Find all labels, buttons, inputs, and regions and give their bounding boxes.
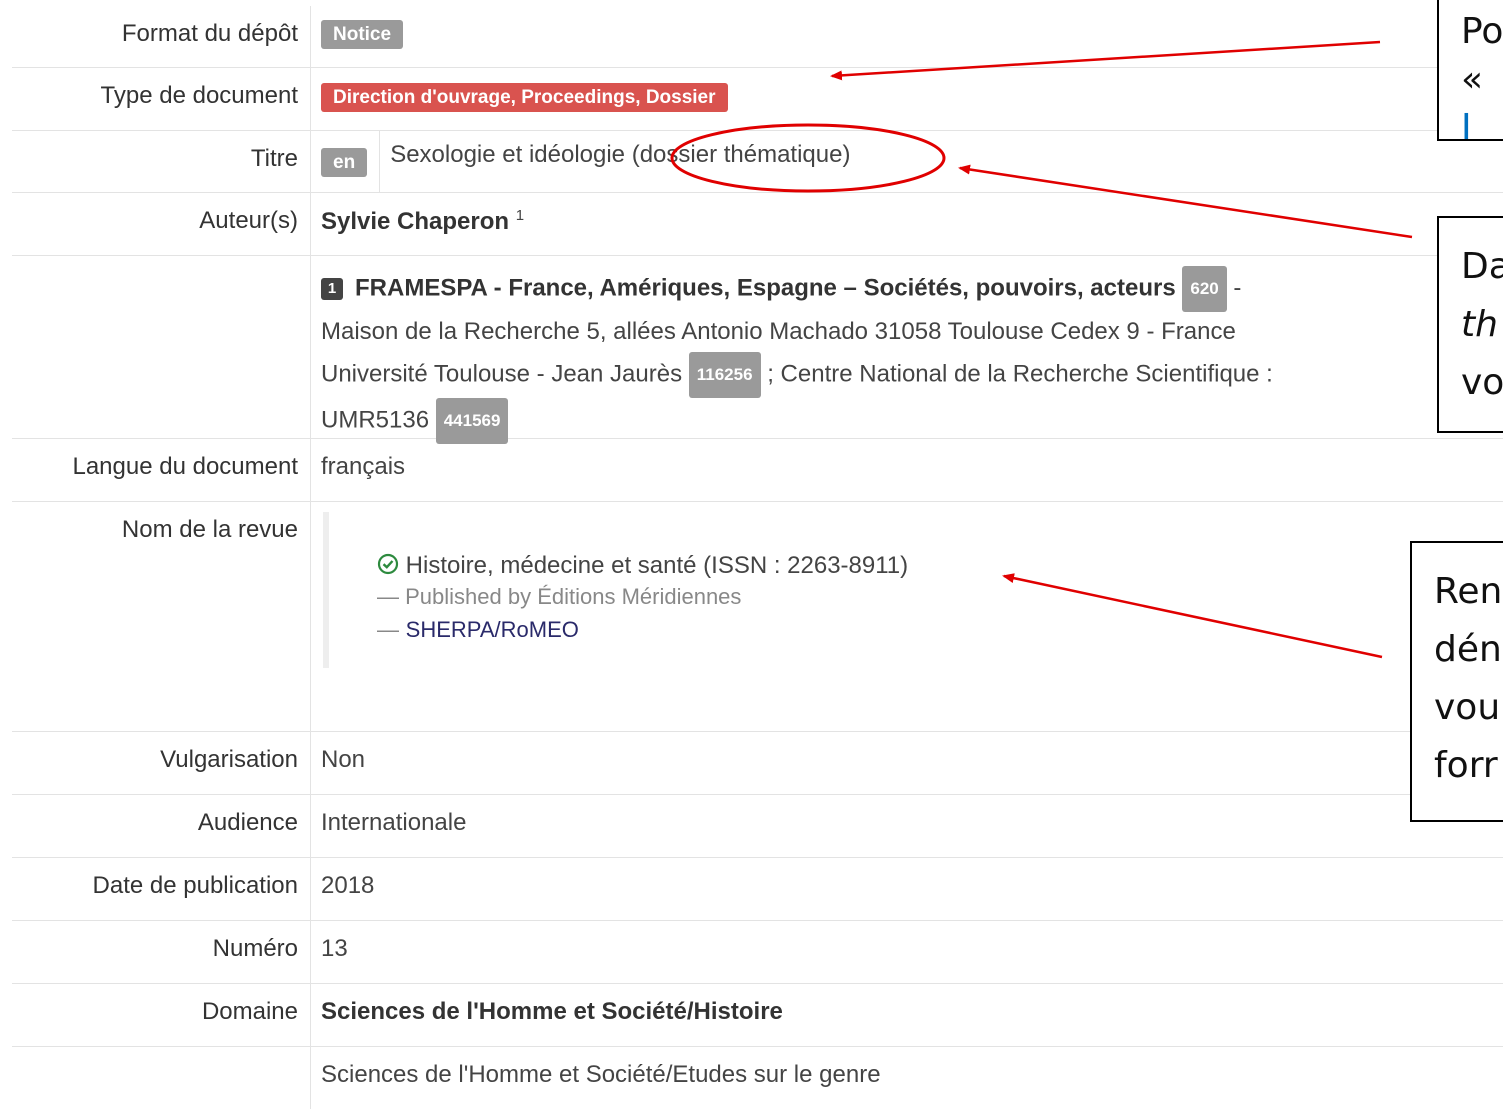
- callout-3-line-4: forr: [1434, 745, 1498, 786]
- callout-2-line-1: Da: [1461, 246, 1503, 287]
- arrow-to-type: [830, 40, 1381, 81]
- callout-box-2: Da th vo: [1437, 216, 1503, 433]
- callout-2-line-2: th: [1461, 304, 1498, 345]
- callout-1-line-1: Po: [1461, 11, 1503, 52]
- arrow-to-journal: [1002, 573, 1383, 659]
- callout-box-3: Ren dén vou forr: [1410, 541, 1503, 822]
- callout-3-line-3: vou: [1434, 687, 1501, 728]
- callout-1-line-2-blue: I: [1461, 107, 1472, 141]
- arrow-to-title: [958, 164, 1413, 239]
- annotation-overlay: [670, 40, 1413, 659]
- callout-1-line-2: «: [1461, 59, 1484, 100]
- callout-2-line-3: vo: [1461, 362, 1503, 403]
- highlight-ellipse: [670, 123, 946, 193]
- callout-3-line-2: dén: [1434, 629, 1502, 670]
- callout-3-line-1: Ren: [1434, 571, 1503, 612]
- callout-box-1: Po « I: [1437, 0, 1503, 141]
